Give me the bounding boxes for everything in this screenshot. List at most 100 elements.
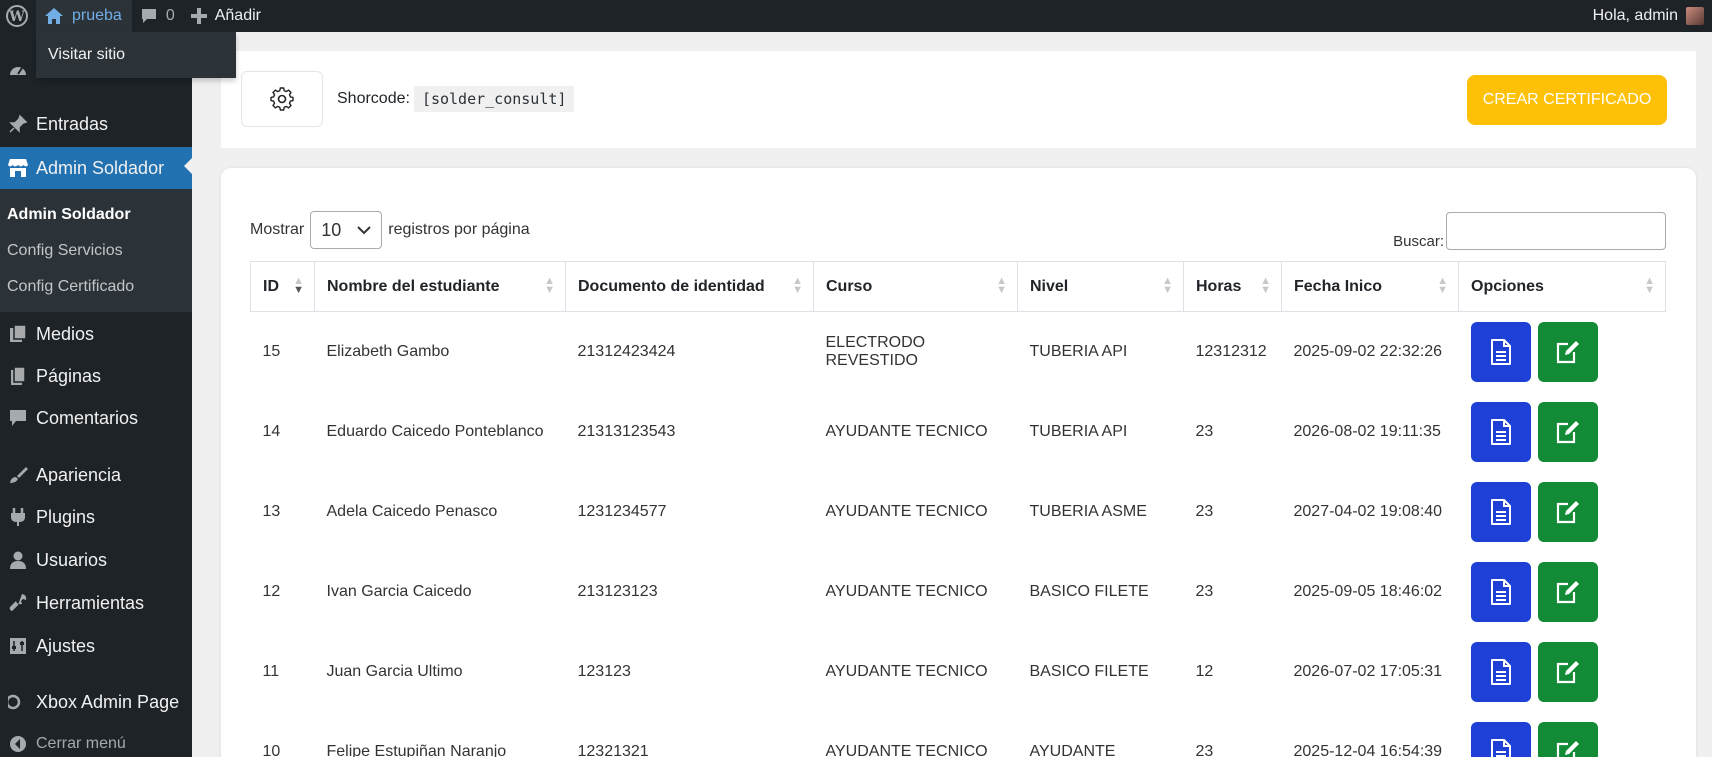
table-body: 15 Elizabeth Gambo 21312423424 ELECTRODO RE… xyxy=(251,312,1666,757)
column-header-opciones[interactable]: Opciones ▲ ▼ xyxy=(1458,261,1666,312)
comments-icon xyxy=(0,408,36,428)
edit-certificate-button[interactable] xyxy=(1537,321,1598,382)
cell-curso: AYUDANTE TECNICO xyxy=(825,582,988,600)
view-certificate-button[interactable] xyxy=(1470,721,1531,757)
menu-usuarios[interactable]: Usuarios xyxy=(0,541,192,579)
menu-label: Entradas xyxy=(36,113,109,134)
wrench-icon xyxy=(0,593,36,613)
search-input[interactable] xyxy=(1446,211,1666,250)
my-account[interactable]: Hola, admin xyxy=(1593,7,1712,25)
column-header-label: Nivel xyxy=(1030,277,1069,295)
comment-icon xyxy=(141,9,156,23)
sort-icon: ▲ ▼ xyxy=(1260,275,1271,296)
menu-paginas[interactable]: Páginas xyxy=(0,357,192,395)
site-name-link[interactable]: prueba xyxy=(36,0,132,32)
cell-id: 11 xyxy=(262,662,280,680)
column-header-horas[interactable]: Horas ▲ ▼ xyxy=(1183,261,1282,312)
page-length-value: 10 xyxy=(321,219,342,240)
edit-icon xyxy=(1555,580,1581,604)
comments-link[interactable]: 0 xyxy=(132,0,183,32)
menu-label: Herramientas xyxy=(36,592,145,613)
shortcode-info: Shorcode: [solder_consult] xyxy=(337,86,575,112)
cell-opciones xyxy=(1459,472,1666,552)
admin-sidebar: Entradas Admin Soldador Admin Soldador C… xyxy=(0,32,192,757)
shortcode-value: [solder_consult] xyxy=(413,86,575,112)
menu-label: Plugins xyxy=(36,506,96,527)
page-length-select[interactable]: 10 xyxy=(310,211,383,249)
per-page-label: registros por página xyxy=(388,221,530,238)
cell-horas: 23 xyxy=(1195,422,1214,440)
menu-label: Medios xyxy=(36,323,95,344)
edit-certificate-button[interactable] xyxy=(1537,721,1598,757)
cell-documento: 213123123 xyxy=(577,582,658,600)
menu-admin-soldador[interactable]: Admin Soldador xyxy=(0,147,192,189)
cell-curso: ELECTRODO REVESTIDO xyxy=(825,333,926,369)
settings-button[interactable] xyxy=(241,71,323,127)
column-header-label: Opciones xyxy=(1471,277,1544,295)
media-icon xyxy=(0,324,36,344)
cell-nivel: TUBERIA ASME xyxy=(1029,502,1147,520)
show-label: Mostrar xyxy=(250,221,305,238)
menu-xbox-admin-page[interactable]: Xbox Admin Page xyxy=(0,683,192,721)
cell-documento: 21312423424 xyxy=(577,342,676,360)
menu-herramientas[interactable]: Herramientas xyxy=(0,584,192,622)
column-header-nivel[interactable]: Nivel ▲ ▼ xyxy=(1017,261,1184,312)
edit-certificate-button[interactable] xyxy=(1537,401,1598,462)
column-header-label: Curso xyxy=(826,277,873,295)
table-row: 11 Juan Garcia Ultimo 123123 AYUDANTE TECNI… xyxy=(251,632,1666,712)
cell-nivel: BASICO FILETE xyxy=(1029,582,1149,600)
menu-apariencia[interactable]: Apariencia xyxy=(0,456,192,494)
view-certificate-button[interactable] xyxy=(1470,401,1531,462)
table-row: 15 Elizabeth Gambo 21312423424 ELECTRODO RE… xyxy=(251,312,1666,392)
menu-plugins[interactable]: Plugins xyxy=(0,498,192,536)
document-icon xyxy=(1490,418,1512,445)
edit-certificate-button[interactable] xyxy=(1537,561,1598,622)
cell-fecha: 2026-07-02 17:05:31 xyxy=(1293,662,1443,680)
menu-label: Usuarios xyxy=(36,549,108,570)
cell-opciones xyxy=(1459,632,1666,712)
menu-collapse[interactable]: Cerrar menú xyxy=(0,725,192,757)
page-length-control: Mostrar 10 registros por página xyxy=(250,211,530,249)
new-content-link[interactable]: Añadir xyxy=(183,0,269,32)
circle-icon xyxy=(0,692,36,712)
svg-text:W: W xyxy=(8,9,25,25)
submenu-admin-soldador[interactable]: Admin Soldador xyxy=(0,197,192,233)
menu-entradas[interactable]: Entradas xyxy=(0,105,192,143)
view-certificate-button[interactable] xyxy=(1470,561,1531,622)
submenu-config-servicios[interactable]: Config Servicios xyxy=(0,233,192,269)
view-certificate-button[interactable] xyxy=(1470,321,1531,382)
menu-ajustes[interactable]: Ajustes xyxy=(0,627,192,665)
column-header-curso[interactable]: Curso ▲ ▼ xyxy=(813,261,1018,312)
column-header-label: Documento de identidad xyxy=(578,277,765,295)
view-certificate-button[interactable] xyxy=(1470,641,1531,702)
menu-medios[interactable]: Medios xyxy=(0,315,192,353)
plugin-icon xyxy=(0,507,36,527)
view-certificate-button[interactable] xyxy=(1470,481,1531,542)
table-row: 12 Ivan Garcia Caicedo 213123123 AYUDANTE T… xyxy=(251,552,1666,632)
edit-icon xyxy=(1555,660,1581,684)
cell-fecha: 2025-12-04 16:54:39 xyxy=(1293,742,1443,757)
cell-id: 10 xyxy=(262,742,281,757)
column-header-fecha[interactable]: Fecha Inico ▲ ▼ xyxy=(1281,261,1459,312)
column-header-nombre[interactable]: Nombre del estudiante ▲ ▼ xyxy=(314,261,566,312)
menu-comentarios[interactable]: Comentarios xyxy=(0,399,192,437)
certificates-table-panel: Mostrar 10 registros por página Buscar: … xyxy=(221,168,1696,757)
edit-icon xyxy=(1555,420,1581,444)
cell-documento: 21313123543 xyxy=(577,422,676,440)
table-header-row: ID ▲ ▼ Nombre del estudiante ▲ ▼ Documento d… xyxy=(250,261,1666,312)
wordpress-logo-icon[interactable]: W xyxy=(0,0,36,32)
edit-certificate-button[interactable] xyxy=(1537,481,1598,542)
cell-curso: AYUDANTE TECNICO xyxy=(825,502,988,520)
edit-certificate-button[interactable] xyxy=(1537,641,1598,702)
column-header-documento[interactable]: Documento de identidad ▲ ▼ xyxy=(565,261,814,312)
search-label: Buscar: xyxy=(1393,233,1444,250)
column-header-id[interactable]: ID ▲ ▼ xyxy=(250,261,315,312)
table-row: 13 Adela Caicedo Penasco 1231234577 AYUDANT… xyxy=(251,472,1666,552)
cell-opciones xyxy=(1459,712,1666,757)
visit-site-link[interactable]: Visitar sitio xyxy=(36,32,236,78)
menu-label: Admin Soldador xyxy=(36,157,165,178)
submenu-config-certificado[interactable]: Config Certificado xyxy=(0,269,192,305)
create-certificate-button[interactable]: CREAR CERTIFICADO xyxy=(1467,75,1667,125)
column-header-label: ID xyxy=(263,277,279,295)
cell-id: 13 xyxy=(262,502,281,520)
